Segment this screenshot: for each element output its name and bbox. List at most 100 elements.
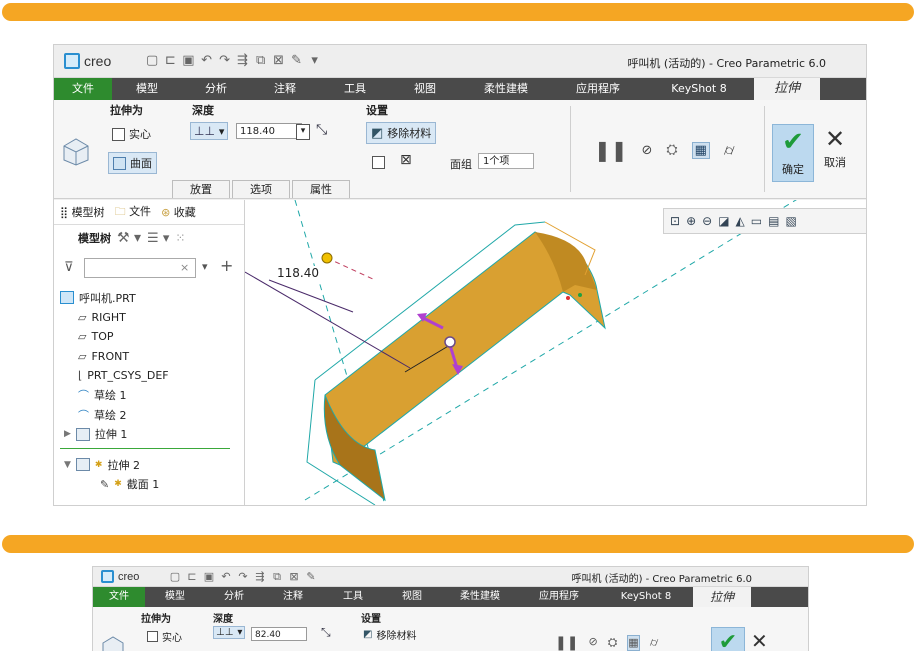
regenerate-icon[interactable]: ⇶ (237, 53, 249, 68)
remove-material-button[interactable]: ◩ 移除材料 (366, 122, 437, 144)
windows-icon[interactable]: ⧉ (255, 53, 267, 68)
tree-item-sketch1[interactable]: ⌒ 草绘 1 (60, 386, 230, 406)
menu-view[interactable]: 视图 (390, 78, 460, 100)
solid-button[interactable]: 实心 (112, 126, 151, 142)
face-group-collector[interactable]: 1个项 (478, 153, 534, 169)
graphics-viewport[interactable]: 118.40 ⊡ ⊕ ⊖ ◪ ◭ ▭ ▤ ▧ (245, 200, 866, 505)
menu-annotate[interactable]: 注释 (250, 78, 320, 100)
tree-item-section1[interactable]: ✎ ✱ 截面 1 (60, 475, 230, 495)
save-icon[interactable]: ▣ (203, 570, 215, 584)
tab-model-tree[interactable]: ⣿ 模型树 (60, 204, 105, 220)
ok-button[interactable]: ✔ 确定 (772, 124, 814, 182)
menu-annotate[interactable]: 注释 (263, 587, 323, 607)
tree-columns-icon[interactable]: ☰ ▾ (147, 231, 169, 246)
depth-dropdown-arrow[interactable]: ▾ (296, 124, 310, 140)
pause-icon[interactable]: ❚❚ (555, 635, 578, 651)
menu-extrude[interactable]: 拉伸 (754, 78, 820, 100)
menu-extrude[interactable]: 拉伸 (693, 587, 751, 607)
tree-item-front[interactable]: ▱ FRONT (60, 347, 230, 367)
regenerate-icon[interactable]: ⇶ (254, 570, 266, 584)
new-icon[interactable]: ▢ (146, 53, 158, 68)
datum-display-icon[interactable]: ▧ (785, 214, 796, 228)
zoom-in-icon[interactable]: ⊕ (686, 214, 696, 228)
feature-preview-icon[interactable]: ▦ (627, 635, 640, 651)
close-window-icon[interactable]: ⊠ (273, 53, 285, 68)
settings-icon[interactable]: ✎ (305, 570, 317, 584)
repaint-icon[interactable]: ◪ (718, 214, 729, 228)
menu-tools[interactable]: 工具 (320, 78, 390, 100)
tab-properties[interactable]: 属性 (292, 180, 350, 198)
menu-applications[interactable]: 应用程序 (519, 587, 599, 607)
windows-icon[interactable]: ⧉ (271, 570, 283, 584)
display-style-icon[interactable]: ◭ (736, 214, 745, 228)
tree-item-extrude2[interactable]: ▼ ✱ 拉伸 2 (60, 455, 230, 475)
depth-value-input[interactable]: 82.40 (251, 627, 307, 641)
search-options-icon[interactable]: ▾ (202, 260, 208, 273)
tree-item-right[interactable]: ▱ RIGHT (60, 308, 230, 328)
depth-drag-handle[interactable] (321, 252, 333, 264)
tree-item-extrude1[interactable]: ▶ 拉伸 1 (60, 425, 230, 445)
clear-search-icon[interactable]: × (180, 261, 189, 274)
zoom-out-icon[interactable]: ⊖ (702, 214, 712, 228)
depth-option-dropdown[interactable]: ⊥⊥ ▾ (190, 122, 229, 140)
flip-direction-icon[interactable]: ⤡ (321, 625, 331, 640)
verify-icon[interactable]: ⌭ (724, 141, 735, 159)
undo-icon[interactable]: ↶ (220, 570, 232, 584)
menu-applications[interactable]: 应用程序 (552, 78, 644, 100)
ok-button[interactable]: ✔ (711, 627, 745, 651)
preview-geometry-icon[interactable]: ⛭ (608, 635, 618, 651)
undo-icon[interactable]: ↶ (201, 53, 213, 68)
saved-views-icon[interactable]: ▤ (768, 214, 779, 228)
menu-view[interactable]: 视图 (383, 587, 441, 607)
depth-option-dropdown[interactable]: ⊥⊥ ▾ (213, 626, 246, 639)
tree-settings-icon[interactable]: ⚒ ▾ (117, 230, 141, 246)
menu-file[interactable]: 文件 (93, 587, 145, 607)
menu-analysis[interactable]: 分析 (182, 78, 250, 100)
save-icon[interactable]: ▣ (182, 53, 194, 68)
verify-icon[interactable]: ⌭ (650, 635, 659, 651)
feature-preview-icon[interactable]: ▦ (691, 141, 710, 159)
tree-item-top[interactable]: ▱ TOP (60, 327, 230, 347)
depth-dimension-label[interactable]: 118.40 (275, 266, 321, 280)
surface-button[interactable]: 曲面 (108, 152, 157, 174)
menu-model[interactable]: 模型 (145, 587, 205, 607)
refit-icon[interactable]: ⊡ (670, 214, 680, 228)
menu-flexible-modeling[interactable]: 柔性建模 (460, 78, 552, 100)
settings-icon[interactable]: ✎ (291, 53, 303, 68)
preview-geometry-icon[interactable]: ⛭ (666, 142, 677, 158)
no-preview-icon[interactable]: ⊘ (588, 635, 597, 651)
menu-model[interactable]: 模型 (112, 78, 182, 100)
open-icon[interactable]: ⊏ (164, 53, 176, 68)
trim-surface-icon[interactable]: ⊠ (400, 152, 412, 168)
open-icon[interactable]: ⊏ (186, 570, 198, 584)
pause-icon[interactable]: ❚❚ (594, 138, 628, 162)
tree-item-csys[interactable]: ⌊ PRT_CSYS_DEF (60, 366, 230, 386)
redo-icon[interactable]: ↷ (219, 53, 231, 68)
placement-handle[interactable] (444, 336, 456, 348)
no-preview-icon[interactable]: ⊘ (642, 143, 653, 158)
thicken-checkbox[interactable] (372, 156, 385, 169)
cancel-button[interactable]: ✕ 取消 (818, 124, 852, 180)
cancel-button[interactable]: ✕ (751, 629, 768, 651)
flip-direction-icon[interactable]: ⤡ (316, 122, 327, 138)
model-preview[interactable] (245, 200, 866, 505)
new-icon[interactable]: ▢ (169, 570, 181, 584)
tab-favorites[interactable]: ⊛ 收藏 (161, 204, 196, 220)
tree-item-sketch2[interactable]: ⌒ 草绘 2 (60, 405, 230, 425)
tab-options[interactable]: 选项 (232, 180, 290, 198)
add-filter-icon[interactable]: + (220, 256, 233, 275)
tab-files[interactable]: 🗀 文件 (115, 203, 152, 222)
view-manager-icon[interactable]: ▭ (751, 214, 762, 228)
menu-keyshot[interactable]: KeyShot 8 (599, 587, 693, 607)
tree-root[interactable]: 呼叫机.PRT (60, 288, 230, 308)
remove-material-button[interactable]: ◩ 移除材料 (363, 627, 416, 642)
tree-filter-icon[interactable]: ⁙ (175, 231, 185, 245)
solid-button[interactable]: 实心 (147, 629, 182, 644)
menu-keyshot[interactable]: KeyShot 8 (644, 78, 754, 100)
menu-analysis[interactable]: 分析 (205, 587, 263, 607)
redo-icon[interactable]: ↷ (237, 570, 249, 584)
menu-flexible-modeling[interactable]: 柔性建模 (441, 587, 519, 607)
close-window-icon[interactable]: ⊠ (288, 570, 300, 584)
menu-file[interactable]: 文件 (54, 78, 112, 100)
customize-icon[interactable]: ▾ (309, 53, 321, 68)
